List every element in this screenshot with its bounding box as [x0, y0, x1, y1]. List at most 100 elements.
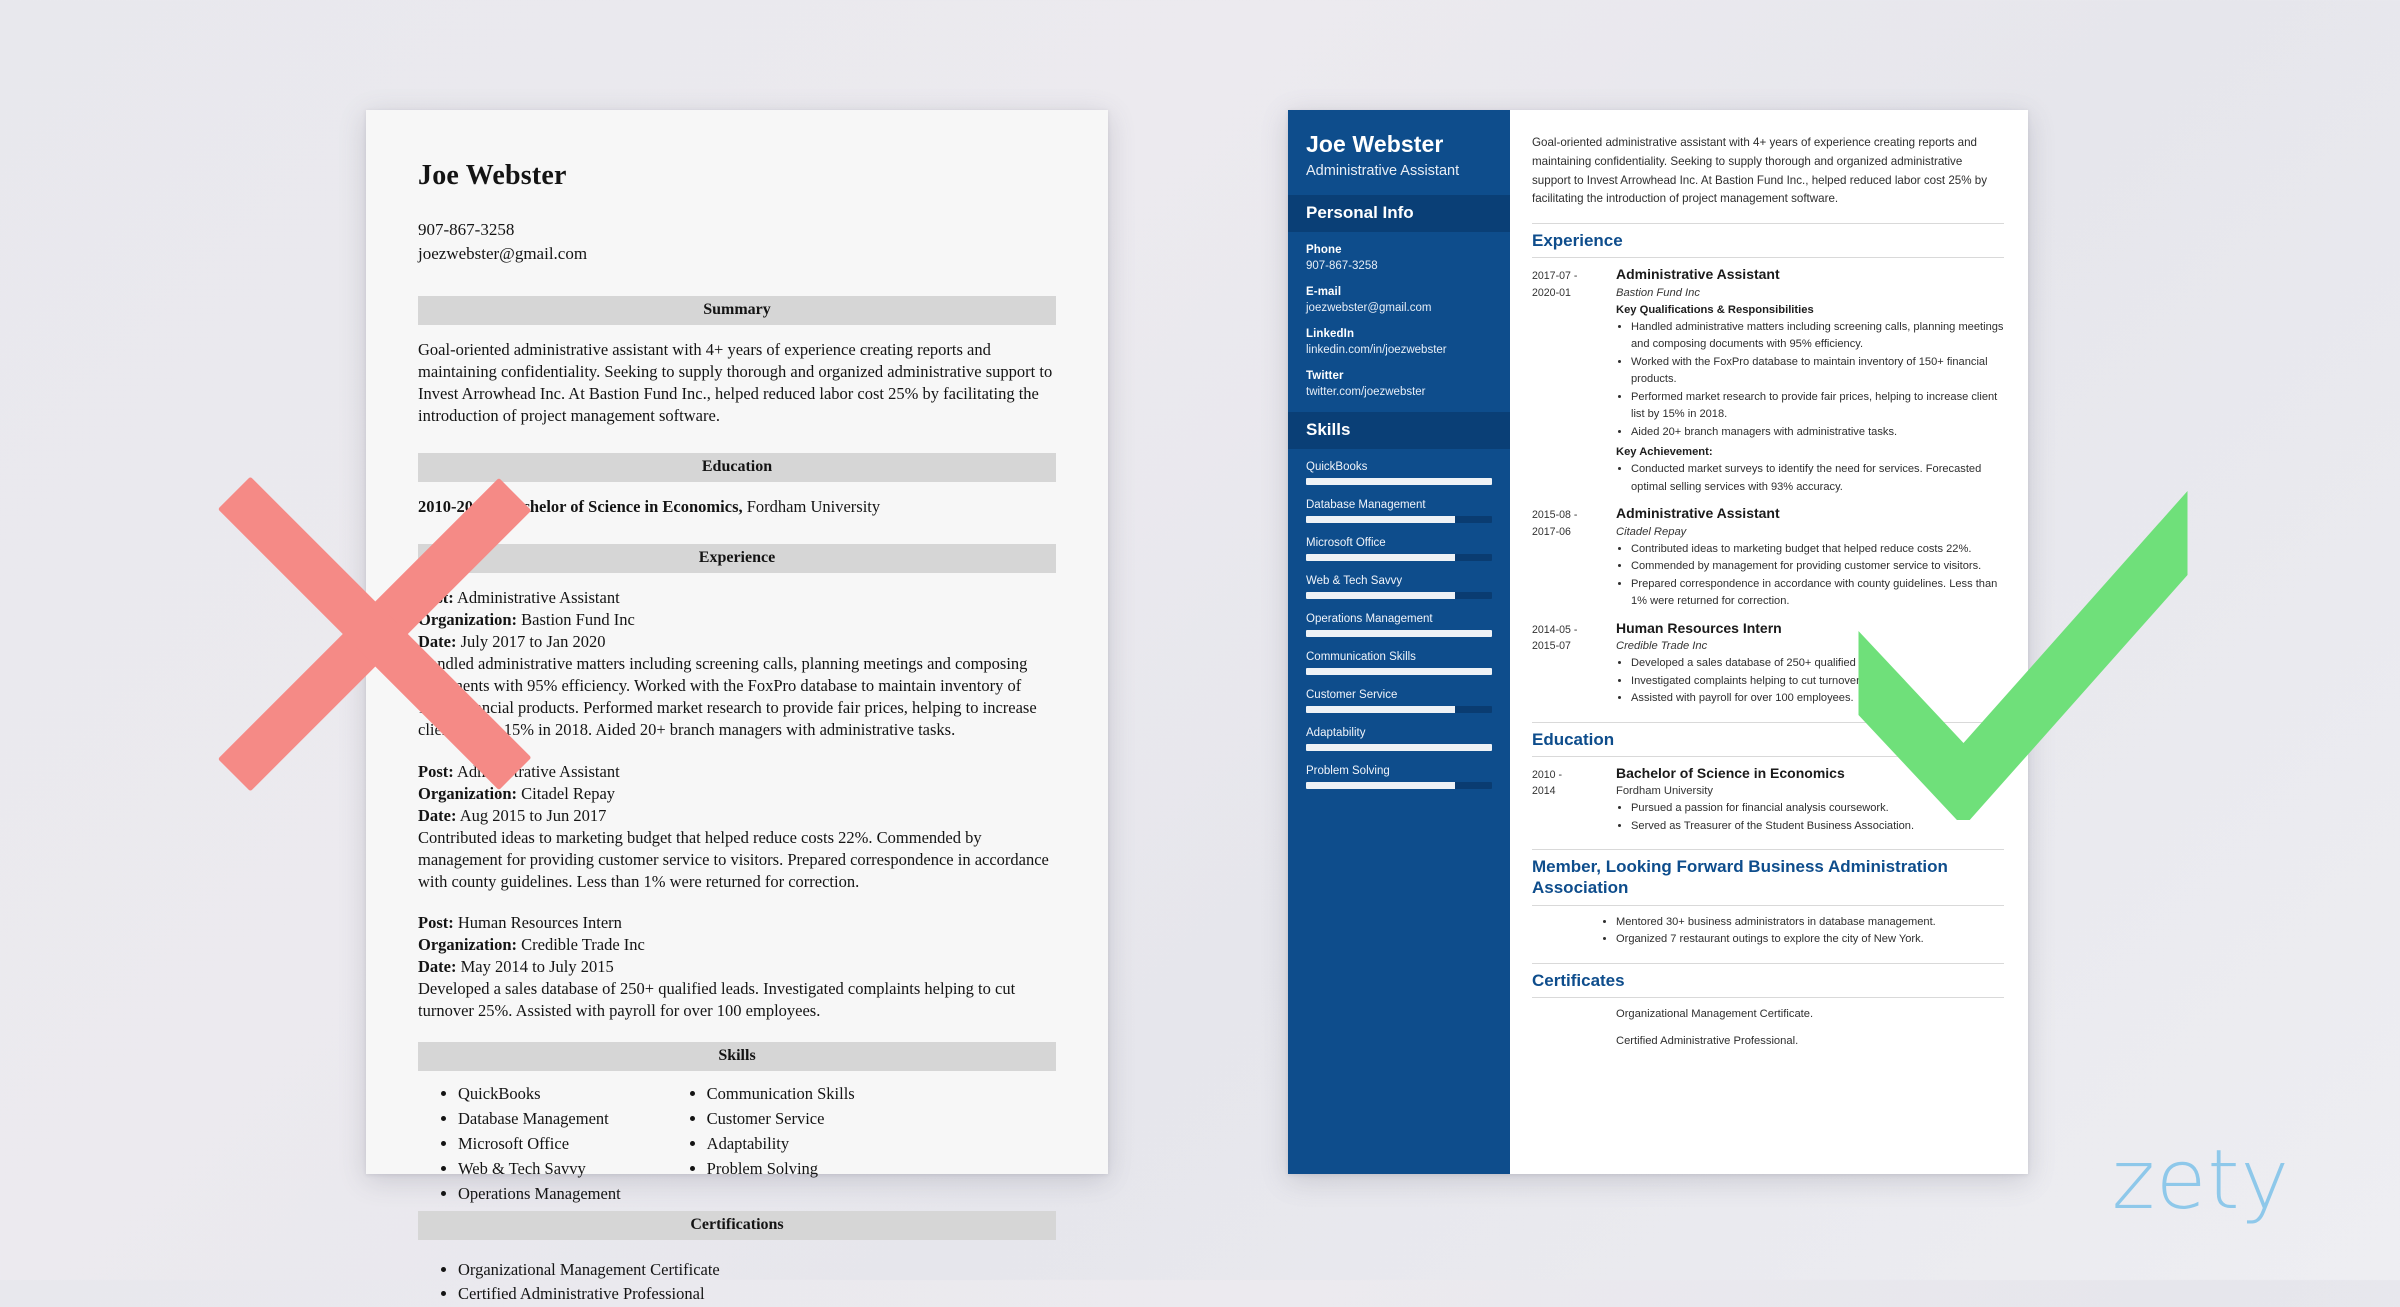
education-degree: Bachelor of Science in Economics [1616, 764, 1845, 781]
list-item: Problem Solving [707, 1156, 855, 1181]
contact-value: joezwebster@gmail.com [1306, 302, 1432, 315]
date-from: 2015-08 - [1532, 509, 1578, 522]
skill-level-fill [1306, 782, 1455, 790]
good-resume-main: Goal-oriented administrative assistant w… [1510, 110, 2028, 1174]
skill-level-fill [1306, 554, 1455, 562]
list-item: Performed market research to provide fai… [1631, 389, 2004, 424]
skill-item: Database Management [1306, 499, 1492, 524]
list-item: Conducted market surveys to identify the… [1631, 461, 2004, 496]
contact-field: Phone 907-867-3258 [1306, 244, 1492, 272]
experience-org: Citadel Repay [1616, 525, 1687, 538]
education-bullets: Pursued a passion for financial analysis… [1616, 800, 2004, 835]
date-to: 2014 [1532, 785, 1556, 798]
skill-name: Database Management [1306, 499, 1426, 512]
list-item: Mentored 30+ business administrators in … [1616, 914, 2004, 932]
experience-bullets: Contributed ideas to marketing budget th… [1616, 541, 2004, 611]
contact-value: 907-867-3258 [1306, 260, 1378, 273]
list-item: Web & Tech Savvy [458, 1156, 621, 1181]
education-dates: 2010 - 2014 [1532, 765, 1606, 836]
good-sidebar-personal-info-header: Personal Info [1288, 195, 1510, 233]
bad-section-experience-header: Experience [418, 544, 1056, 574]
list-item: Certified Administrative Professional [458, 1282, 1056, 1307]
certificates-list: Organizational Management Certificate. C… [1532, 1006, 2004, 1051]
skill-level-fill [1306, 744, 1492, 752]
bad-job-post-label: Post: [418, 913, 454, 933]
experience-subheading: Key Achievement: [1616, 446, 1713, 459]
skill-level-bar [1306, 592, 1492, 600]
good-section-association-header: Member, Looking Forward Business Adminis… [1532, 849, 2004, 906]
date-from: 2010 - [1532, 768, 1563, 781]
list-item: Served as Treasurer of the Student Busin… [1631, 818, 2004, 836]
skill-item: Microsoft Office [1306, 537, 1492, 562]
contact-field: LinkedIn linkedin.com/in/joezwebster [1306, 328, 1492, 356]
skill-item: QuickBooks [1306, 461, 1492, 486]
education-entry: 2010 - 2014 Bachelor of Science in Econo… [1532, 765, 2004, 836]
skill-level-bar [1306, 554, 1492, 562]
experience-bullets: Handled administrative matters including… [1616, 319, 2004, 442]
experience-entry: 2014-05 - 2015-07 Human Resources Intern… [1532, 620, 2004, 708]
good-resume-name: Joe Webster [1306, 131, 1444, 157]
contact-value: linkedin.com/in/joezwebster [1306, 344, 1447, 357]
skill-level-bar [1306, 668, 1492, 676]
comparison-stage: Joe Webster 907-867-3258 joezwebster@gma… [0, 0, 2400, 1303]
bad-job-description: Contributed ideas to marketing budget th… [418, 827, 1049, 891]
experience-dates: 2015-08 - 2017-06 [1532, 505, 1606, 611]
experience-details: Human Resources Intern Credible Trade In… [1616, 620, 2004, 708]
list-item: Developed a sales database of 250+ quali… [1631, 655, 2004, 673]
experience-org: Credible Trade Inc [1616, 640, 1708, 653]
certificate-item: Organizational Management Certificate. [1616, 1007, 1814, 1020]
bad-skills-column-2: Communication Skills Customer Service Ad… [681, 1081, 855, 1206]
skill-level-fill [1306, 478, 1492, 486]
bad-job-entry: Post: Administrative Assistant Organizat… [418, 587, 1056, 741]
list-item: Investigated complaints helping to cut t… [1631, 673, 2004, 691]
bad-job-date-label: Date: [418, 805, 457, 825]
skill-item: Operations Management [1306, 613, 1492, 638]
bad-job-org-value: Credible Trade Inc [517, 935, 645, 955]
experience-subheading: Key Qualifications & Responsibilities [1616, 303, 1814, 316]
bad-summary-text: Goal-oriented administrative assistant w… [418, 340, 1053, 426]
bad-section-certifications-header: Certifications [418, 1210, 1056, 1240]
skill-level-bar [1306, 478, 1492, 486]
bad-job-post-value: Human Resources Intern [453, 913, 622, 933]
experience-dates: 2017-07 - 2020-01 [1532, 266, 1606, 496]
experience-entry: 2017-07 - 2020-01 Administrative Assista… [1532, 266, 2004, 496]
association-bullets: Mentored 30+ business administrators in … [1532, 914, 2004, 949]
skill-name: Communication Skills [1306, 651, 1416, 664]
bad-job-date-value: Aug 2015 to Jun 2017 [456, 805, 607, 825]
bad-job-post-value: Administrative Assistant [453, 761, 620, 781]
good-section-certificates-header: Certificates [1532, 962, 2004, 998]
skill-level-fill [1306, 706, 1455, 714]
bad-job-date-label: Date: [418, 632, 457, 652]
bad-resume-contact: 907-867-3258 joezwebster@gmail.com [418, 218, 1056, 266]
skill-item: Communication Skills [1306, 651, 1492, 676]
bad-email: joezwebster@gmail.com [418, 244, 588, 264]
bad-job-org-label: Organization: [418, 783, 517, 803]
skill-item: Customer Service [1306, 689, 1492, 714]
bad-job-description: Handled administrative matters including… [418, 654, 1037, 739]
good-resume-sidebar: Joe Webster Administrative Assistant Per… [1288, 110, 1510, 1174]
skill-level-bar [1306, 706, 1492, 714]
bad-education-degree: 2010-2014 - Bachelor of Science in Econo… [418, 497, 743, 516]
experience-dates: 2014-05 - 2015-07 [1532, 620, 1606, 708]
bad-job-org-label: Organization: [418, 935, 517, 955]
good-resume-document: Joe Webster Administrative Assistant Per… [1288, 110, 2028, 1174]
skill-level-bar [1306, 630, 1492, 638]
list-item: Assisted with payroll for over 100 emplo… [1631, 690, 2004, 708]
contact-label: Phone [1306, 244, 1342, 257]
bad-section-education-header: Education [418, 453, 1056, 482]
list-item: Organizational Management Certificate [458, 1258, 1056, 1283]
contact-field: Twitter twitter.com/joezwebster [1306, 370, 1492, 398]
list-item: Organized 7 restaurant outings to explor… [1616, 931, 2004, 949]
list-item: Microsoft Office [458, 1131, 621, 1156]
contact-label: LinkedIn [1306, 328, 1355, 341]
contact-label: Twitter [1306, 370, 1344, 383]
bad-phone: 907-867-3258 [418, 220, 515, 239]
good-sidebar-personal-info-body: Phone 907-867-3258 E-mail joezwebster@gm… [1288, 232, 1510, 398]
list-item: Customer Service [707, 1106, 855, 1131]
skill-name: Microsoft Office [1306, 537, 1386, 550]
skill-level-fill [1306, 516, 1455, 524]
bad-job-date-label: Date: [418, 957, 457, 977]
list-item: Adaptability [707, 1131, 855, 1156]
bad-job-org-label: Organization: [418, 610, 517, 630]
skill-level-bar [1306, 516, 1492, 524]
